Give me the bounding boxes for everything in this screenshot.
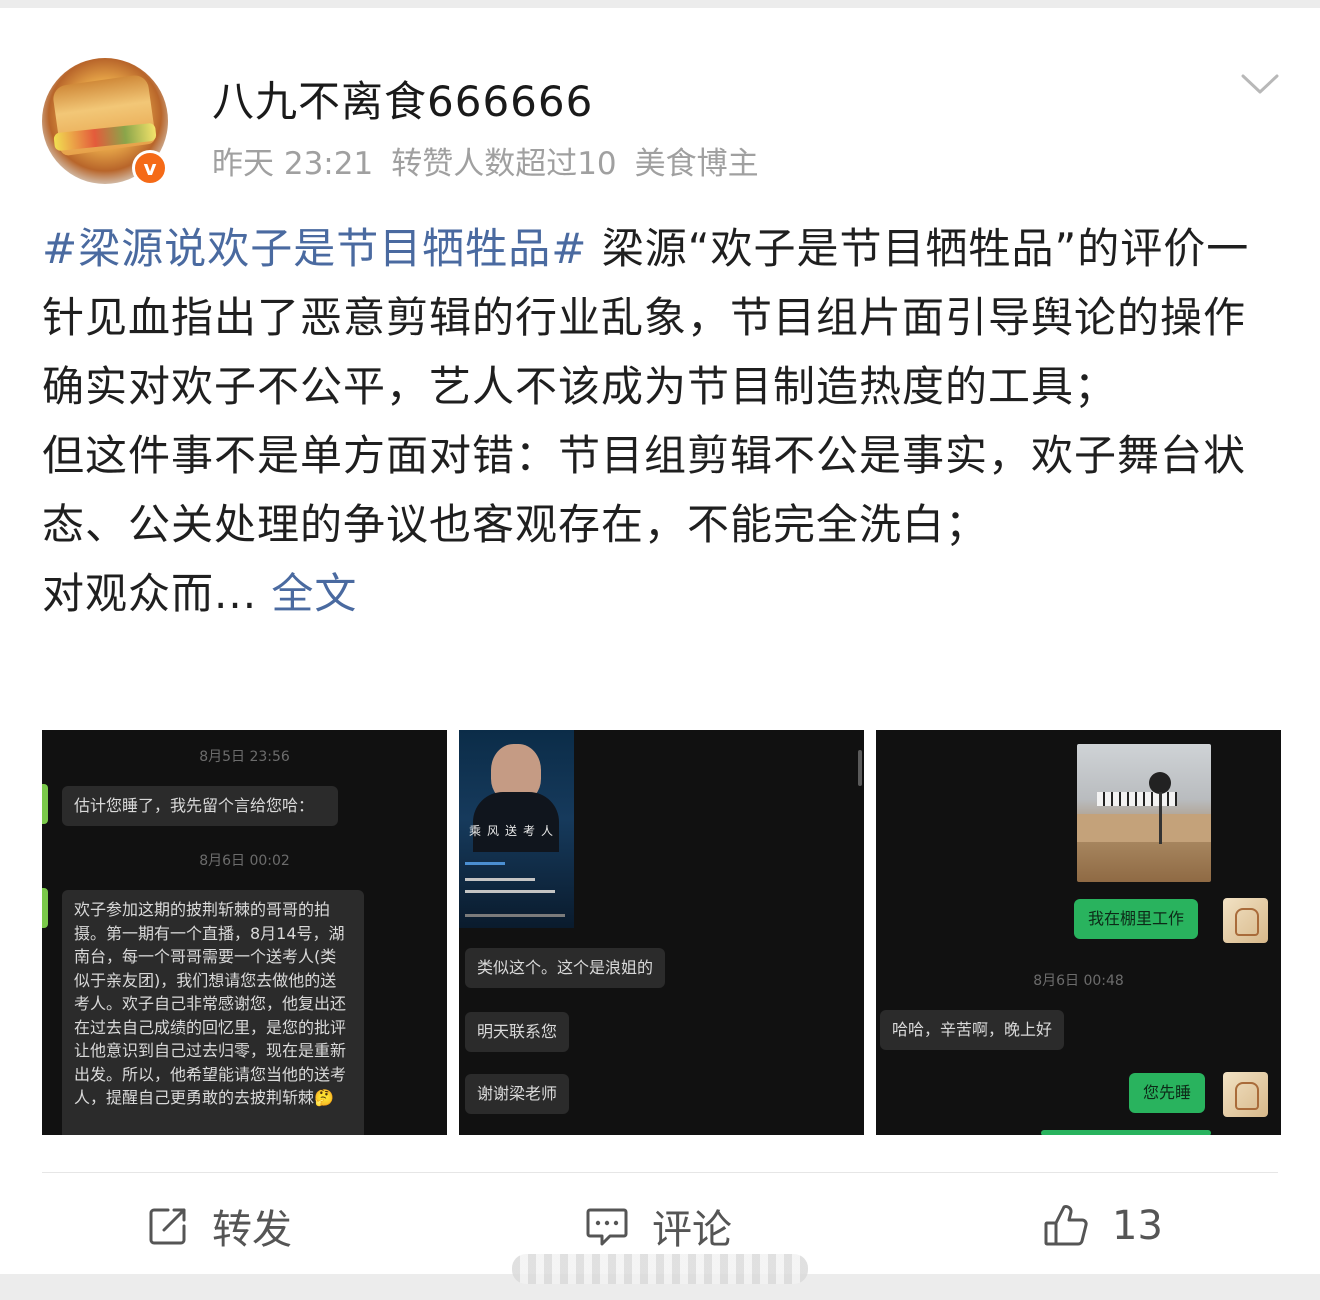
chat-bubble-left: 明天联系您 [465,1012,570,1052]
post-text: #梁源说欢子是节目牺牲品# 梁源“欢子是节目牺牲品”的评价一针见血指出了恶意剪辑… [42,214,1282,628]
post-image-1[interactable]: 8月5日 23:56 估计您睡了，我先留个言给您哈： 8月6日 00:02 欢子… [42,730,447,1135]
chat-avatar [1223,898,1268,943]
poster-line [465,878,535,881]
chat-bubble-left: 谢谢梁老师 [465,1074,570,1114]
poster-title: 乘风送考人 [469,824,560,838]
full-text-link[interactable]: 全文 [271,569,357,618]
repost-label: 转发 [212,1207,292,1253]
chat-timestamp: 8月6日 00:02 [199,853,290,869]
post-body: 梁源“欢子是节目牺牲品”的评价一针见血指出了恶意剪辑的行业乱象，节目组片面引导舆… [42,224,1250,618]
chat-bubble-right: 我在棚里工作 [1074,899,1199,939]
studio-photo [1077,744,1211,882]
repost-button[interactable]: 转发 [146,1198,292,1254]
chat-timestamp: 8月6日 00:48 [1033,973,1124,989]
chat-avatar [1223,1072,1268,1117]
post-image-2[interactable]: 乘风送考人 类似这个。这个是浪姐的 明天联系您 谢谢梁老师 [459,730,864,1135]
chat-avatar-edge [42,888,48,928]
chat-avatar-edge [42,784,48,824]
comment-label: 评论 [652,1207,732,1253]
divider [42,1172,1278,1173]
repost-badge: 转赞人数超过10 [391,146,617,182]
weibo-post-card: v 八九不离食666666 昨天 23:21 转赞人数超过10 美食博主 #梁源说欢… [0,8,1320,1274]
show-poster-thumbnail: 乘风送考人 [459,730,574,928]
username[interactable]: 八九不离食666666 [212,68,593,129]
chat-bubble-left: 哈哈，辛苦啊，晚上好 [880,1010,1065,1050]
post-image-3[interactable]: 我在棚里工作 8月6日 00:48 哈哈，辛苦啊，晚上好 您先睡 [876,730,1281,1135]
chevron-down-icon[interactable] [1240,70,1280,98]
chat-bubble-edge [1041,1130,1211,1135]
user-tag: 美食博主 [634,146,759,182]
repost-icon [149,1208,186,1245]
chat-bubble-left: 估计您睡了，我先留个言给您哈： [62,786,338,826]
like-icon [1044,1205,1088,1246]
poster-line [465,890,555,893]
studio-keyboard [1097,792,1177,806]
studio-desk [1077,814,1211,842]
post-meta: 昨天 23:21 转赞人数超过10 美食博主 [212,138,777,183]
chat-bubble-left: 欢子参加这期的披荆斩棘的哥哥的拍摄。第一期有一个直播，8月14号，湖南台，每一个… [62,890,364,1135]
like-count: 13 [1112,1203,1163,1249]
poster-line [465,914,565,917]
post-time: 昨天 23:21 [212,146,374,182]
chat-bubble-left: 类似这个。这个是浪姐的 [465,948,666,988]
poster-line [465,862,505,865]
topic-link[interactable]: #梁源说欢子是节目牺牲品# [42,224,587,273]
chat-bubble-right: 您先睡 [1129,1073,1206,1113]
comment-button[interactable]: 评论 [584,1198,732,1254]
comment-icon [586,1208,628,1246]
studio-mic [1149,772,1171,794]
studio-mic-stand [1159,792,1162,844]
scrollbar[interactable] [858,750,862,786]
like-button[interactable]: 13 [1042,1198,1163,1254]
home-indicator [512,1254,808,1284]
verified-icon: v [132,150,168,186]
chat-timestamp: 8月5日 23:56 [199,749,290,765]
